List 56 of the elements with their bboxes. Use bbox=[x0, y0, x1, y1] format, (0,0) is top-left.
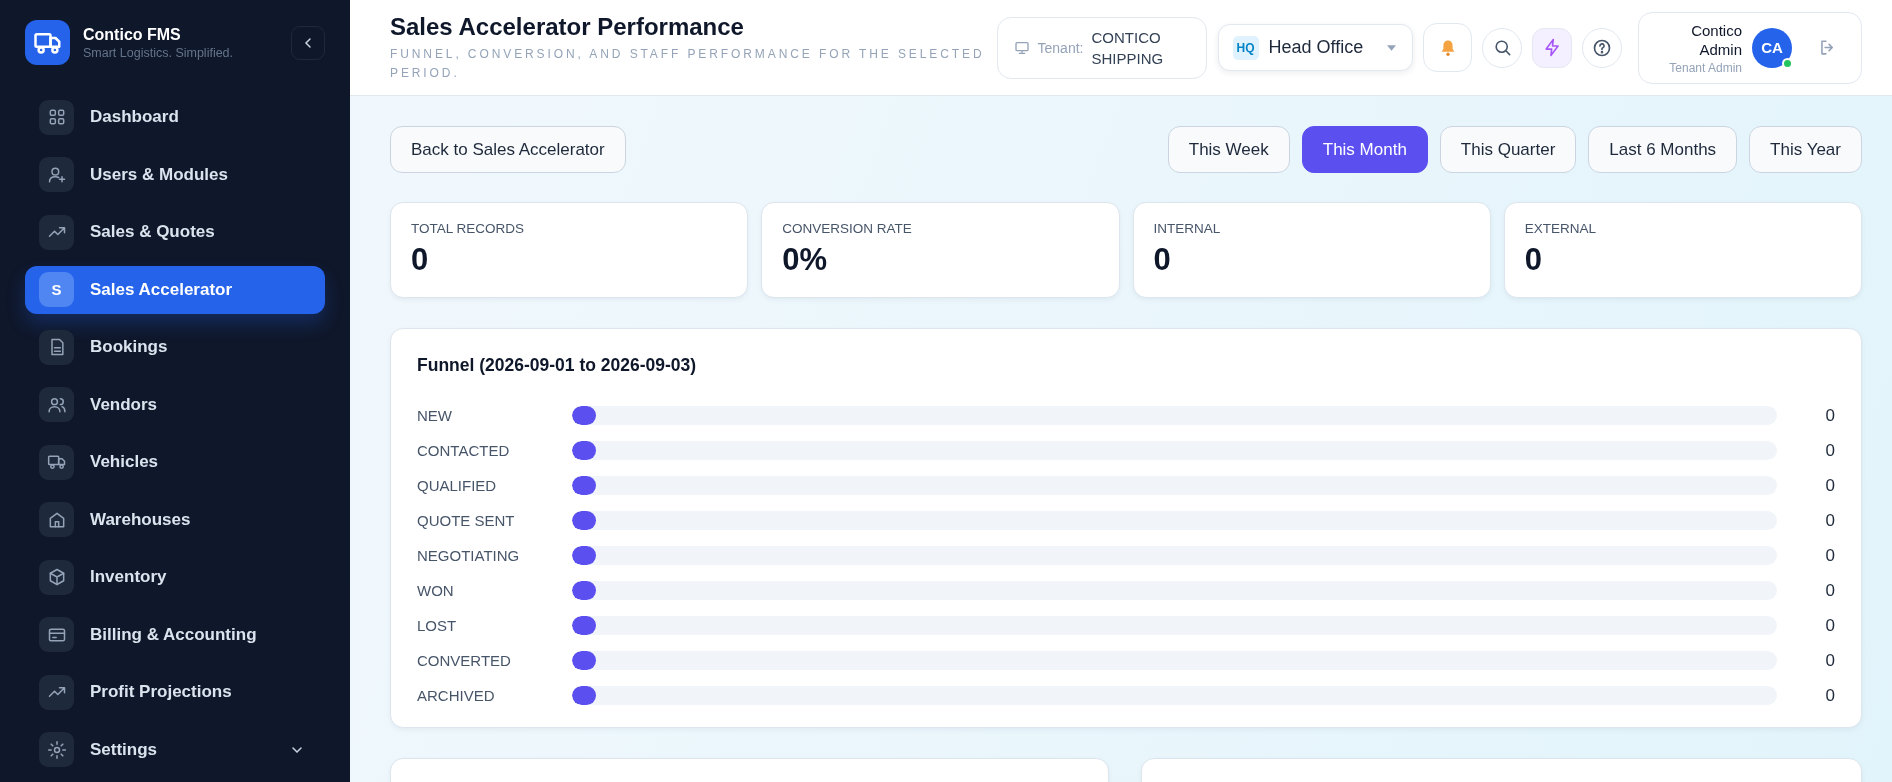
back-button[interactable]: Back to Sales Accelerator bbox=[390, 126, 626, 173]
sidebar-item[interactable]: Bookings bbox=[25, 323, 325, 371]
stat-value: 0 bbox=[1153, 242, 1172, 278]
stage-count: 0 bbox=[1824, 685, 1835, 706]
app-name: Contico FMS bbox=[83, 25, 182, 44]
sidebar-item[interactable]: Inventory bbox=[25, 553, 325, 601]
stage-count: 0 bbox=[1824, 475, 1835, 496]
sidebar-item[interactable]: Sales & Quotes bbox=[25, 208, 325, 256]
period-tab[interactable]: Last 6 Months bbox=[1588, 126, 1738, 173]
stage-label: LOST bbox=[417, 617, 458, 634]
sidebar-item[interactable]: Warehouses bbox=[25, 495, 325, 544]
sidebar-item[interactable]: Dashboard bbox=[25, 93, 325, 141]
stat-value: 0% bbox=[782, 242, 829, 278]
stat-label: CONVERSION RATE bbox=[782, 221, 913, 236]
letter-icon: S bbox=[39, 272, 74, 307]
stage-label: QUALIFIED bbox=[417, 477, 498, 494]
stage-label: QUOTE SENT bbox=[417, 512, 516, 529]
page-title: Sales Accelerator Performance bbox=[390, 12, 745, 41]
user-name: Contico Admin bbox=[1690, 20, 1742, 59]
stage-label: NEW bbox=[417, 407, 453, 424]
stage-label: WON bbox=[417, 582, 455, 599]
sidebar-item[interactable]: S Sales Accelerator bbox=[25, 265, 325, 314]
page-subtitle: FUNNEL, CONVERSION, AND STAFF PERFORMANCE FOR THE SELECTED PERIOD. bbox=[390, 45, 986, 82]
period-tab[interactable]: This Quarter bbox=[1439, 126, 1577, 173]
sidebar-item[interactable]: Settings bbox=[25, 725, 325, 774]
period-tab[interactable]: This Week bbox=[1167, 126, 1290, 173]
sidebar-item[interactable]: Vendors bbox=[25, 380, 325, 429]
sidebar-item[interactable]: Users & Modules bbox=[25, 150, 325, 199]
period-tab[interactable]: This Month bbox=[1301, 126, 1428, 173]
funnel-title: Funnel (2026-09-01 to 2026-09-03) bbox=[417, 355, 698, 376]
stage-label: NEGOTIATING bbox=[417, 547, 521, 564]
tenant-label: Tenant: bbox=[1037, 39, 1084, 56]
stage-count: 0 bbox=[1824, 615, 1835, 636]
stat-value: 0 bbox=[1524, 242, 1543, 278]
stage-label: ARCHIVED bbox=[417, 687, 496, 704]
sidebar-item[interactable]: Profit Projections bbox=[25, 668, 325, 716]
stage-count: 0 bbox=[1824, 580, 1835, 601]
sidebar-item[interactable]: Vehicles bbox=[25, 438, 325, 486]
tenant-name: CONTICO SHIPPING bbox=[1091, 27, 1165, 69]
stat-label: EXTERNAL bbox=[1524, 221, 1598, 236]
stage-count: 0 bbox=[1824, 650, 1835, 671]
app-tagline: Smart Logistics. Simplified. bbox=[83, 45, 235, 60]
period-tab[interactable]: This Year bbox=[1749, 126, 1862, 173]
stage-label: CONTACTED bbox=[417, 442, 511, 459]
user-role: Tenant Admin bbox=[1669, 60, 1742, 75]
stage-count: 0 bbox=[1824, 405, 1835, 426]
stage-count: 0 bbox=[1824, 510, 1835, 531]
stat-label: INTERNAL bbox=[1153, 221, 1222, 236]
user-avatar[interactable]: CA bbox=[1752, 27, 1792, 68]
stat-value: 0 bbox=[411, 242, 430, 278]
stat-label: TOTAL RECORDS bbox=[411, 221, 526, 236]
stage-label: CONVERTED bbox=[417, 652, 512, 669]
stage-count: 0 bbox=[1824, 440, 1835, 461]
sidebar-item[interactable]: Billing & Accounting bbox=[25, 610, 325, 659]
branch-selector[interactable]: HQ Head Office bbox=[1217, 24, 1414, 71]
stage-count: 0 bbox=[1824, 545, 1835, 566]
